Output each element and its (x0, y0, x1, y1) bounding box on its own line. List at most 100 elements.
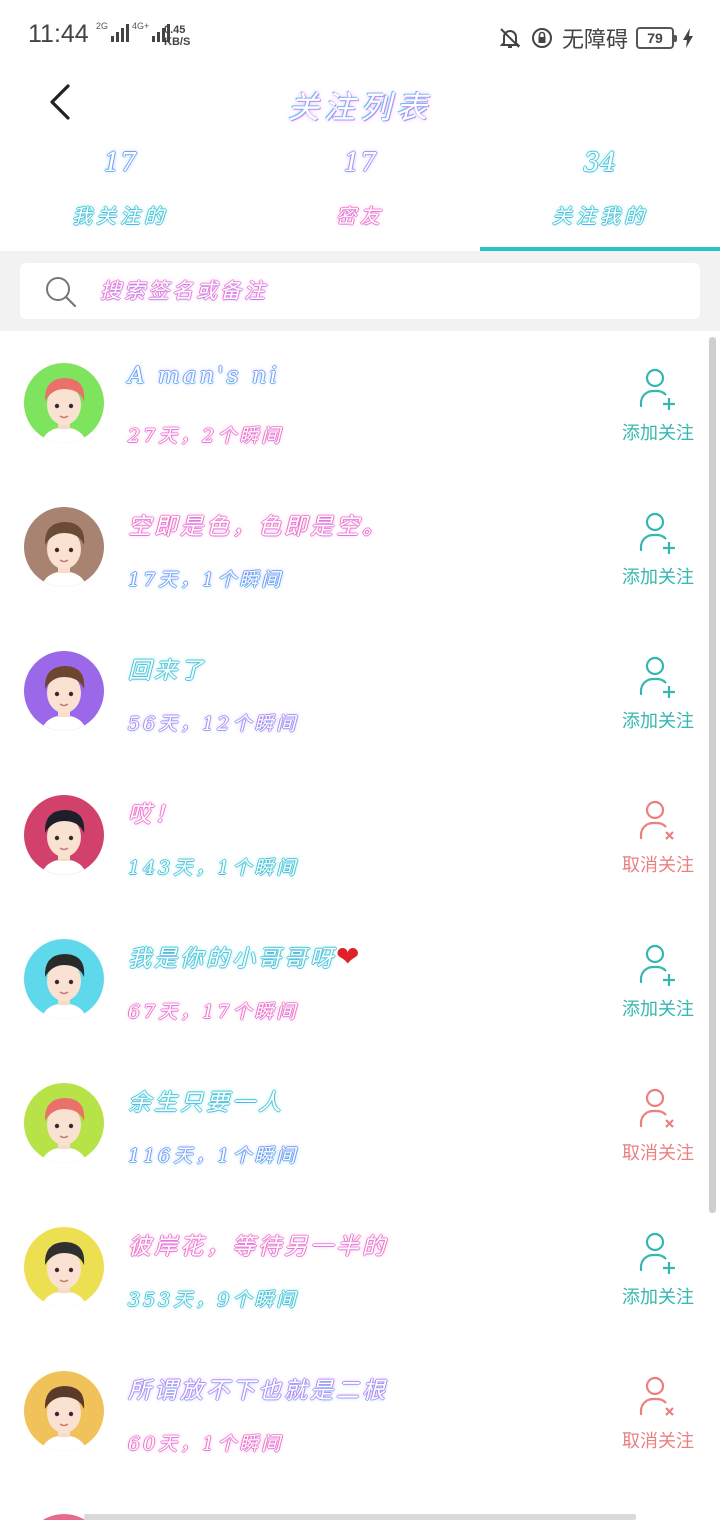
user-name-text: 空即是色，色即是空。 (128, 514, 388, 540)
list-item[interactable]: 回来了 56天，12个瞬间 添加关注 (0, 619, 720, 763)
add-user-icon (639, 944, 675, 986)
tab-count: 17 (343, 148, 377, 178)
status-time: 11:44 (28, 20, 89, 48)
avatar[interactable] (24, 1227, 104, 1307)
follow-button[interactable]: 添加关注 (608, 1231, 708, 1308)
avatar[interactable] (24, 795, 104, 875)
search-bar (0, 251, 720, 331)
follow-button-label: 添加关注 (622, 423, 694, 444)
user-name-text: 彼岸花，等待另一半的 (128, 1234, 388, 1260)
remove-user-icon (639, 1376, 674, 1416)
add-user-icon (639, 1232, 675, 1274)
avatar[interactable] (24, 1371, 104, 1451)
user-meta: 27天，2个瞬间 (128, 425, 284, 447)
tab-label: 关注我的 (552, 204, 648, 228)
list-item[interactable]: 彼岸花，等待另一半的 353天，9个瞬间 添加关注 (0, 1195, 720, 1339)
user-name-text: 回来了 (128, 658, 206, 684)
add-user-icon (639, 512, 675, 554)
user-meta: 143天，1个瞬间 (128, 857, 299, 879)
user-name: 所谓放不下也就是二根 (128, 1371, 388, 1405)
follow-button-label: 取消关注 (622, 1143, 694, 1164)
user-meta: 60天，1个瞬间 (128, 1433, 284, 1455)
user-name: 彼岸花，等待另一半的 (128, 1227, 388, 1261)
follow-button-label: 添加关注 (622, 711, 694, 732)
battery-level: 79 (647, 30, 663, 46)
follow-button[interactable]: 添加关注 (608, 511, 708, 588)
search-icon (46, 277, 77, 308)
user-meta: 56天，12个瞬间 (128, 713, 299, 735)
tab-count: 17 (103, 148, 137, 178)
follow-button-label: 添加关注 (622, 1287, 694, 1308)
user-name: 空即是色，色即是空。 (128, 507, 388, 541)
follow-button[interactable]: 添加关注 (608, 367, 708, 444)
network-type-2: 4G+ (132, 21, 150, 31)
search-box[interactable] (20, 263, 700, 319)
search-input[interactable] (100, 269, 680, 313)
user-name-text: 所谓放不下也就是二根 (128, 1378, 388, 1404)
avatar[interactable] (24, 363, 104, 443)
remove-user-icon (639, 1088, 674, 1128)
unfollow-button[interactable]: 取消关注 (608, 799, 708, 876)
unfollow-button[interactable]: 取消关注 (608, 1087, 708, 1164)
charging-icon (682, 27, 694, 49)
avatar[interactable] (24, 1083, 104, 1163)
battery-indicator: 79 (636, 27, 677, 49)
tab-label: 密友 (336, 204, 384, 228)
list-item[interactable]: 余生只要一人 116天，1个瞬间 取消关注 (0, 1051, 720, 1195)
user-name-text: 我是你的小哥哥呀 (128, 946, 336, 972)
user-meta: 17天，1个瞬间 (128, 569, 284, 591)
tab-label: 我关注的 (72, 204, 168, 228)
user-meta: 353天，9个瞬间 (128, 1289, 299, 1311)
user-name-text: 余生只要一人 (128, 1090, 284, 1116)
bell-off-icon (498, 26, 522, 50)
list-item[interactable]: 我是你的小哥哥呀❤ 67天，17个瞬间 添加关注 (0, 907, 720, 1051)
user-meta: 116天，1个瞬间 (128, 1145, 299, 1167)
add-user-icon (639, 368, 675, 410)
tab-followers[interactable]: 34 关注我的 (480, 140, 720, 251)
user-name-text: A man's ni (128, 363, 280, 389)
lock-rotation-icon (530, 26, 554, 50)
add-user-icon (639, 656, 675, 698)
follow-button-label: 取消关注 (622, 855, 694, 876)
tab-following[interactable]: 17 我关注的 (0, 140, 240, 251)
unfollow-button[interactable]: 取消关注 (608, 1375, 708, 1452)
follow-button-label: 添加关注 (622, 567, 694, 588)
user-name: 哎！ (128, 795, 180, 829)
avatar[interactable] (24, 939, 104, 1019)
signal-icon (111, 22, 130, 42)
partial-text (84, 1514, 636, 1520)
tab-close-friends[interactable]: 17 密友 (240, 140, 480, 251)
user-meta: 67天，17个瞬间 (128, 1001, 299, 1023)
user-name-text: 哎！ (128, 802, 180, 828)
user-name: 回来了 (128, 651, 206, 685)
list-item[interactable]: A man's ni 27天，2个瞬间 添加关注 (0, 331, 720, 475)
scrollbar[interactable] (709, 337, 716, 1213)
speed-value: 0.45 (164, 24, 186, 36)
user-list[interactable]: A man's ni 27天，2个瞬间 添加关注 空即是色，色即是空。 17天，… (0, 331, 720, 1520)
partial-list-item (0, 1500, 720, 1520)
follow-button[interactable]: 添加关注 (608, 655, 708, 732)
remove-user-icon (639, 800, 674, 840)
follow-button[interactable]: 添加关注 (608, 943, 708, 1020)
avatar[interactable] (24, 507, 104, 587)
follow-button-label: 取消关注 (622, 1431, 694, 1452)
header: 关注列表 (0, 72, 720, 132)
avatar[interactable] (24, 651, 104, 731)
list-item[interactable]: 所谓放不下也就是二根 60天，1个瞬间 取消关注 (0, 1339, 720, 1483)
network-indicators: 2G 4G+ (96, 21, 171, 42)
status-bar: 11:44 2G 4G+ 0.45 KB/S 无障碍 79 (0, 0, 720, 72)
tab-count: 34 (583, 148, 617, 178)
heart-emoji: ❤ (336, 940, 363, 973)
tab-bar: 17 我关注的 17 密友 34 关注我的 (0, 140, 720, 251)
user-name: 余生只要一人 (128, 1083, 284, 1117)
follow-button-label: 添加关注 (622, 999, 694, 1020)
list-item[interactable]: 空即是色，色即是空。 17天，1个瞬间 添加关注 (0, 475, 720, 619)
list-item[interactable]: 哎！ 143天，1个瞬间 取消关注 (0, 763, 720, 907)
status-right: 无障碍 79 (498, 22, 694, 54)
user-name: A man's ni (128, 363, 280, 389)
network-type-1: 2G (96, 21, 109, 31)
accessibility-label: 无障碍 (561, 28, 628, 53)
page-title: 关注列表 (288, 90, 432, 126)
speed-unit: KB/S (164, 36, 191, 48)
user-name: 我是你的小哥哥呀❤ (128, 939, 362, 973)
